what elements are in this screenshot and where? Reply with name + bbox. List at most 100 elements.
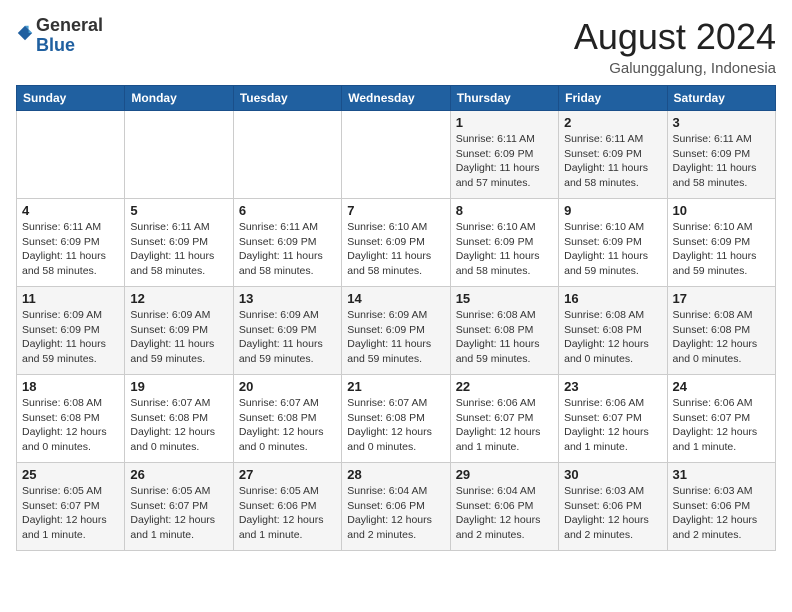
calendar-cell: 27 Sunrise: 6:05 AMSunset: 6:06 PMDayligh…: [233, 463, 341, 551]
weekday-header-thursday: Thursday: [450, 86, 558, 111]
day-info: Sunrise: 6:08 AMSunset: 6:08 PMDaylight:…: [673, 308, 770, 367]
day-info: Sunrise: 6:07 AMSunset: 6:08 PMDaylight:…: [347, 396, 444, 455]
day-info: Sunrise: 6:10 AMSunset: 6:09 PMDaylight:…: [347, 220, 444, 279]
day-number: 24: [673, 379, 770, 394]
calendar-cell: 10 Sunrise: 6:10 AMSunset: 6:09 PMDayligh…: [667, 199, 775, 287]
day-info: Sunrise: 6:05 AMSunset: 6:07 PMDaylight:…: [22, 484, 119, 543]
calendar-cell: [125, 111, 233, 199]
calendar-cell: 19 Sunrise: 6:07 AMSunset: 6:08 PMDayligh…: [125, 375, 233, 463]
day-number: 5: [130, 203, 227, 218]
weekday-header-row: SundayMondayTuesdayWednesdayThursdayFrid…: [17, 86, 776, 111]
weekday-header-friday: Friday: [559, 86, 667, 111]
day-info: Sunrise: 6:04 AMSunset: 6:06 PMDaylight:…: [347, 484, 444, 543]
day-number: 7: [347, 203, 444, 218]
day-number: 15: [456, 291, 553, 306]
day-info: Sunrise: 6:11 AMSunset: 6:09 PMDaylight:…: [130, 220, 227, 279]
weekday-header-monday: Monday: [125, 86, 233, 111]
calendar-week-row: 11 Sunrise: 6:09 AMSunset: 6:09 PMDayligh…: [17, 287, 776, 375]
day-info: Sunrise: 6:10 AMSunset: 6:09 PMDaylight:…: [564, 220, 661, 279]
day-number: 28: [347, 467, 444, 482]
calendar-cell: [233, 111, 341, 199]
calendar-cell: 26 Sunrise: 6:05 AMSunset: 6:07 PMDayligh…: [125, 463, 233, 551]
day-info: Sunrise: 6:11 AMSunset: 6:09 PMDaylight:…: [456, 132, 553, 191]
calendar-cell: [17, 111, 125, 199]
calendar-cell: 25 Sunrise: 6:05 AMSunset: 6:07 PMDayligh…: [17, 463, 125, 551]
day-info: Sunrise: 6:07 AMSunset: 6:08 PMDaylight:…: [130, 396, 227, 455]
day-info: Sunrise: 6:08 AMSunset: 6:08 PMDaylight:…: [456, 308, 553, 367]
calendar-cell: 29 Sunrise: 6:04 AMSunset: 6:06 PMDayligh…: [450, 463, 558, 551]
day-info: Sunrise: 6:10 AMSunset: 6:09 PMDaylight:…: [456, 220, 553, 279]
day-number: 12: [130, 291, 227, 306]
calendar-cell: 9 Sunrise: 6:10 AMSunset: 6:09 PMDaylight…: [559, 199, 667, 287]
calendar-week-row: 1 Sunrise: 6:11 AMSunset: 6:09 PMDaylight…: [17, 111, 776, 199]
day-number: 25: [22, 467, 119, 482]
calendar-cell: 11 Sunrise: 6:09 AMSunset: 6:09 PMDayligh…: [17, 287, 125, 375]
calendar-table: SundayMondayTuesdayWednesdayThursdayFrid…: [16, 85, 776, 551]
day-number: 11: [22, 291, 119, 306]
day-number: 21: [347, 379, 444, 394]
calendar-cell: 17 Sunrise: 6:08 AMSunset: 6:08 PMDayligh…: [667, 287, 775, 375]
day-number: 2: [564, 115, 661, 130]
day-number: 9: [564, 203, 661, 218]
day-info: Sunrise: 6:06 AMSunset: 6:07 PMDaylight:…: [673, 396, 770, 455]
day-info: Sunrise: 6:07 AMSunset: 6:08 PMDaylight:…: [239, 396, 336, 455]
day-number: 20: [239, 379, 336, 394]
calendar-cell: 13Sunrise: 6:09 AMSunset: 6:09 PMDayligh…: [233, 287, 341, 375]
calendar-cell: 23 Sunrise: 6:06 AMSunset: 6:07 PMDayligh…: [559, 375, 667, 463]
day-info: Sunrise: 6:03 AMSunset: 6:06 PMDaylight:…: [564, 484, 661, 543]
day-number: 23: [564, 379, 661, 394]
day-number: 19: [130, 379, 227, 394]
day-number: 1: [456, 115, 553, 130]
calendar-cell: 12 Sunrise: 6:09 AMSunset: 6:09 PMDayligh…: [125, 287, 233, 375]
day-info: Sunrise: 6:11 AMSunset: 6:09 PMDaylight:…: [673, 132, 770, 191]
logo-blue-text: Blue: [36, 35, 75, 55]
day-number: 16: [564, 291, 661, 306]
day-info: Sunrise: 6:03 AMSunset: 6:06 PMDaylight:…: [673, 484, 770, 543]
day-info: Sunrise: 6:08 AMSunset: 6:08 PMDaylight:…: [564, 308, 661, 367]
calendar-cell: 24 Sunrise: 6:06 AMSunset: 6:07 PMDayligh…: [667, 375, 775, 463]
logo-general-text: General: [36, 15, 103, 35]
day-info: Sunrise: 6:09 AMSunset: 6:09 PMDaylight:…: [22, 308, 119, 367]
day-info: Sunrise: 6:05 AMSunset: 6:06 PMDaylight:…: [239, 484, 336, 543]
day-number: 27: [239, 467, 336, 482]
title-block: August 2024 Galunggalung, Indonesia: [574, 16, 776, 77]
day-number: 14: [347, 291, 444, 306]
calendar-title: August 2024: [574, 16, 776, 58]
calendar-cell: 15 Sunrise: 6:08 AMSunset: 6:08 PMDayligh…: [450, 287, 558, 375]
day-number: 29: [456, 467, 553, 482]
calendar-cell: 16 Sunrise: 6:08 AMSunset: 6:08 PMDayligh…: [559, 287, 667, 375]
calendar-cell: [342, 111, 450, 199]
day-number: 26: [130, 467, 227, 482]
day-number: 4: [22, 203, 119, 218]
calendar-cell: 14Sunrise: 6:09 AMSunset: 6:09 PMDayligh…: [342, 287, 450, 375]
day-info: Sunrise: 6:10 AMSunset: 6:09 PMDaylight:…: [673, 220, 770, 279]
day-number: 17: [673, 291, 770, 306]
day-info: Sunrise: 6:05 AMSunset: 6:07 PMDaylight:…: [130, 484, 227, 543]
calendar-cell: 2Sunrise: 6:11 AMSunset: 6:09 PMDaylight…: [559, 111, 667, 199]
calendar-cell: 21 Sunrise: 6:07 AMSunset: 6:08 PMDayligh…: [342, 375, 450, 463]
calendar-week-row: 4 Sunrise: 6:11 AMSunset: 6:09 PMDaylight…: [17, 199, 776, 287]
day-info: Sunrise: 6:11 AMSunset: 6:09 PMDaylight:…: [22, 220, 119, 279]
day-number: 8: [456, 203, 553, 218]
calendar-cell: 5 Sunrise: 6:11 AMSunset: 6:09 PMDaylight…: [125, 199, 233, 287]
day-info: Sunrise: 6:04 AMSunset: 6:06 PMDaylight:…: [456, 484, 553, 543]
day-info: Sunrise: 6:08 AMSunset: 6:08 PMDaylight:…: [22, 396, 119, 455]
weekday-header-wednesday: Wednesday: [342, 86, 450, 111]
calendar-subtitle: Galunggalung, Indonesia: [574, 60, 776, 77]
weekday-header-tuesday: Tuesday: [233, 86, 341, 111]
calendar-cell: 6Sunrise: 6:11 AMSunset: 6:09 PMDaylight…: [233, 199, 341, 287]
day-info: Sunrise: 6:09 AMSunset: 6:09 PMDaylight:…: [130, 308, 227, 367]
calendar-cell: 8 Sunrise: 6:10 AMSunset: 6:09 PMDaylight…: [450, 199, 558, 287]
logo-icon: [16, 24, 34, 42]
calendar-cell: 28 Sunrise: 6:04 AMSunset: 6:06 PMDayligh…: [342, 463, 450, 551]
day-number: 22: [456, 379, 553, 394]
calendar-cell: 22Sunrise: 6:06 AMSunset: 6:07 PMDayligh…: [450, 375, 558, 463]
calendar-week-row: 18Sunrise: 6:08 AMSunset: 6:08 PMDayligh…: [17, 375, 776, 463]
logo: General Blue: [16, 16, 103, 56]
calendar-cell: 20 Sunrise: 6:07 AMSunset: 6:08 PMDayligh…: [233, 375, 341, 463]
calendar-cell: 31Sunrise: 6:03 AMSunset: 6:06 PMDayligh…: [667, 463, 775, 551]
day-number: 10: [673, 203, 770, 218]
page-header: General Blue August 2024 Galunggalung, I…: [16, 16, 776, 77]
day-info: Sunrise: 6:06 AMSunset: 6:07 PMDaylight:…: [564, 396, 661, 455]
day-number: 13: [239, 291, 336, 306]
